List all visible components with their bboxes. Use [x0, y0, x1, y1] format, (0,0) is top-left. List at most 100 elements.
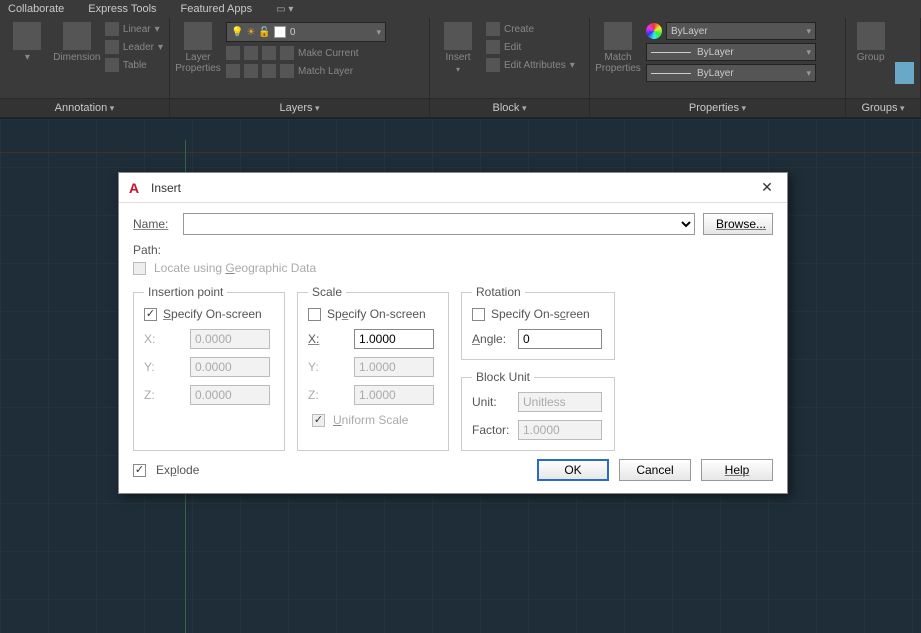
- group-extra-icon[interactable]: [895, 62, 914, 84]
- panel-layers: Layer Properties 💡 ☀ 🔓 0 Make Current Ma…: [170, 18, 430, 117]
- dimension-label: Dimension: [53, 52, 100, 63]
- layer-color-swatch: [274, 26, 286, 38]
- block-unit-group: Block Unit Unit: Factor:: [461, 370, 615, 451]
- ok-button[interactable]: OK: [537, 459, 609, 481]
- scale-y-input: [354, 357, 434, 377]
- axis-x: [0, 152, 921, 153]
- match-layer-button[interactable]: Match Layer: [226, 64, 423, 78]
- linear-button[interactable]: Linear ▾: [105, 22, 163, 36]
- layer-combo-value: 0: [290, 27, 296, 38]
- lineweight-combo[interactable]: ByLayer: [646, 43, 816, 61]
- menu-collaborate[interactable]: Collaborate: [8, 3, 64, 15]
- leader-button[interactable]: Leader ▾: [105, 40, 163, 54]
- block-edit-attributes-button[interactable]: Edit Attributes ▾: [486, 58, 575, 72]
- rotation-legend: Rotation: [472, 285, 525, 299]
- rot-specify-checkbox[interactable]: [472, 308, 485, 321]
- panel-properties: Match Properties ByLayer ByLayer ByLayer…: [590, 18, 846, 117]
- factor-input: [518, 420, 602, 440]
- angle-label: Angle:: [472, 332, 510, 346]
- unit-label: Unit:: [472, 395, 510, 409]
- lightbulb-icon: 💡: [231, 27, 243, 38]
- scale-y-label: Y:: [308, 360, 346, 374]
- color-wheel-icon: [646, 23, 662, 39]
- scale-z-input: [354, 385, 434, 405]
- help-button[interactable]: Help: [701, 459, 773, 481]
- insert-block-label: Insert: [445, 52, 470, 63]
- menu-featured-apps[interactable]: Featured Apps: [181, 3, 253, 15]
- scale-group: Scale Specify On-screen X: Y: Z: Uniform…: [297, 285, 449, 451]
- group-label: Group: [857, 52, 885, 63]
- name-combo[interactable]: [183, 213, 695, 235]
- layer-combo[interactable]: 💡 ☀ 🔓 0: [226, 22, 386, 42]
- panel-groups: Group Groups: [846, 18, 921, 117]
- insertion-point-group: Insertion point Specify On-screen X: Y: …: [133, 285, 285, 451]
- ip-y-input: [190, 357, 270, 377]
- ip-z-label: Z:: [144, 388, 182, 402]
- scale-x-input[interactable]: [354, 329, 434, 349]
- match-properties-button[interactable]: Match Properties: [596, 22, 640, 74]
- ip-specify-label: Specify On-screen: [163, 307, 262, 321]
- table-icon: [105, 58, 119, 72]
- block-edit-button[interactable]: Edit: [486, 40, 575, 54]
- uniform-scale-label: Uniform Scale: [333, 413, 408, 427]
- ribbon: ▾ Dimension Linear ▾ Leader ▾ Table Anno…: [0, 18, 921, 118]
- rot-specify-label: Specify On-screen: [491, 307, 590, 321]
- ip-x-input: [190, 329, 270, 349]
- text-icon: [13, 22, 41, 50]
- ip-y-label: Y:: [144, 360, 182, 374]
- angle-input[interactable]: [518, 329, 602, 349]
- menu-overflow-icon[interactable]: ▭ ▾: [276, 4, 293, 15]
- browse-button[interactable]: Browse...: [703, 213, 773, 235]
- uniform-scale-checkbox: [312, 414, 325, 427]
- panel-title-groups[interactable]: Groups: [846, 98, 920, 117]
- explode-label: Explode: [156, 463, 199, 477]
- dimension-button[interactable]: Dimension: [55, 22, 99, 63]
- annotation-subtools: Linear ▾ Leader ▾ Table: [105, 22, 163, 72]
- dialog-title: Insert: [151, 181, 181, 195]
- group-button[interactable]: Group: [852, 22, 889, 63]
- dialog-titlebar: Insert ✕: [119, 173, 787, 203]
- text-button[interactable]: ▾: [6, 22, 49, 63]
- lock-icon: 🔓: [258, 27, 270, 38]
- ip-z-input: [190, 385, 270, 405]
- panel-title-block[interactable]: Block: [430, 98, 589, 117]
- match-properties-icon: [604, 22, 632, 50]
- menu-express-tools[interactable]: Express Tools: [88, 3, 156, 15]
- match-properties-label: Match Properties: [595, 52, 641, 74]
- block-unit-legend: Block Unit: [472, 370, 534, 384]
- geo-checkbox: [133, 262, 146, 275]
- explode-checkbox[interactable]: [133, 464, 146, 477]
- insert-block-button[interactable]: Insert▾: [436, 22, 480, 74]
- insertion-point-legend: Insertion point: [144, 285, 227, 299]
- table-button[interactable]: Table: [105, 58, 163, 72]
- panel-title-annotation[interactable]: Annotation: [0, 98, 169, 117]
- scale-specify-checkbox[interactable]: [308, 308, 321, 321]
- panel-title-properties[interactable]: Properties: [590, 98, 845, 117]
- color-combo[interactable]: ByLayer: [666, 22, 816, 40]
- path-label: Path:: [133, 243, 175, 257]
- autocad-icon: [129, 180, 145, 196]
- layer-properties-button[interactable]: Layer Properties: [176, 22, 220, 74]
- insert-dialog: Insert ✕ Name: Browse... Path: Locate us…: [118, 172, 788, 494]
- linetype-combo[interactable]: ByLayer: [646, 64, 816, 82]
- geo-label: Locate using Geographic Data: [154, 261, 316, 275]
- sun-icon: ☀: [246, 27, 255, 38]
- cancel-button[interactable]: Cancel: [619, 459, 691, 481]
- layer-properties-label: Layer Properties: [175, 52, 221, 74]
- dimension-icon: [63, 22, 91, 50]
- block-create-button[interactable]: Create: [486, 22, 575, 36]
- scale-specify-label: Specify On-screen: [327, 307, 426, 321]
- scale-x-label: X:: [308, 332, 346, 346]
- layer-row-tools[interactable]: Make Current: [226, 46, 423, 60]
- leader-icon: [105, 40, 119, 54]
- rotation-group: Rotation Specify On-screen Angle:: [461, 285, 615, 360]
- ip-specify-checkbox[interactable]: [144, 308, 157, 321]
- unit-input: [518, 392, 602, 412]
- close-icon[interactable]: ✕: [757, 178, 777, 198]
- group-icon: [857, 22, 885, 50]
- factor-label: Factor:: [472, 423, 510, 437]
- linear-icon: [105, 22, 119, 36]
- layers-icon: [184, 22, 212, 50]
- ip-x-label: X:: [144, 332, 182, 346]
- panel-title-layers[interactable]: Layers: [170, 98, 429, 117]
